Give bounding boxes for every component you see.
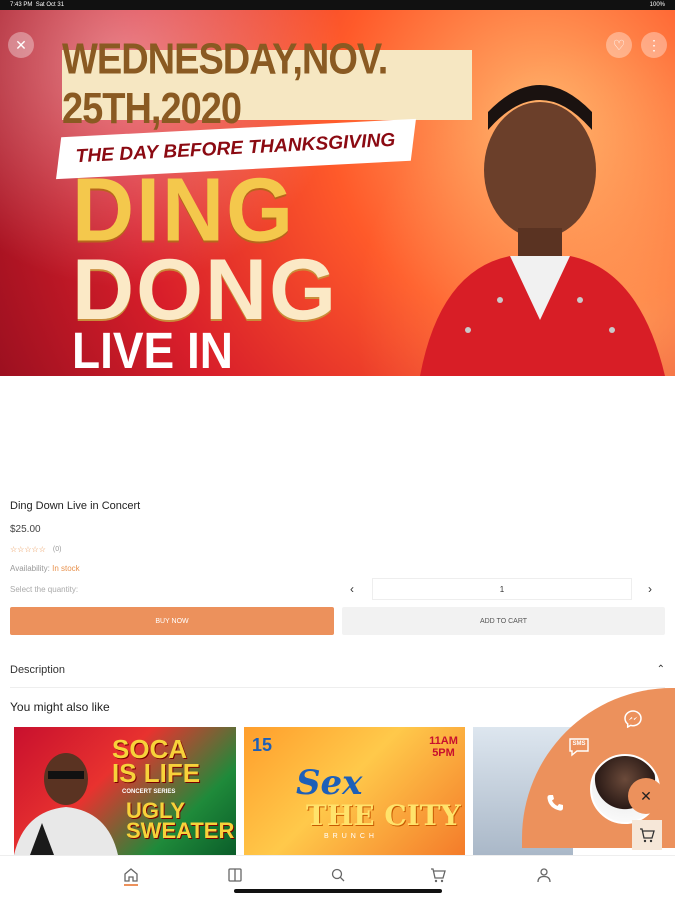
add-to-cart-button[interactable]: ADD TO CART: [342, 607, 665, 635]
availability: Availability: In stock: [10, 564, 80, 573]
contact-widget-close-button[interactable]: ✕: [628, 778, 664, 814]
description-label: Description: [10, 663, 66, 676]
card-artist-photo: [14, 753, 118, 855]
nav-search[interactable]: [326, 864, 350, 886]
product-rating[interactable]: ☆☆☆☆☆ (0): [10, 545, 61, 554]
sms-label: SMS: [572, 741, 586, 747]
nav-cart[interactable]: [426, 864, 450, 886]
event-headline-live: LIVE IN CONCERT: [72, 321, 234, 376]
nav-home[interactable]: [119, 864, 143, 886]
floating-cart-button[interactable]: [632, 820, 662, 850]
card-subtitle: BRUNCH: [324, 833, 378, 840]
card-title-secondary: THE CITY: [306, 799, 461, 832]
messenger-button[interactable]: [622, 708, 644, 730]
phone-button[interactable]: [544, 792, 566, 814]
app-screen: 7:43 PM Sat Oct 31 100% WEDNESDAY,NOV. 2…: [0, 0, 675, 900]
rating-stars: ☆☆☆☆☆: [10, 545, 46, 554]
more-icon: ⋮: [647, 36, 661, 53]
card-date: 15: [252, 735, 273, 755]
status-battery: 100%: [649, 2, 665, 8]
recommendation-card-soca[interactable]: SOCA IS LIFE CONCERT SERIES UGLY SWEATER: [14, 727, 236, 855]
more-button[interactable]: ⋮: [641, 32, 667, 58]
card-time: 11AM 5PM: [429, 735, 458, 759]
nav-catalog[interactable]: [223, 864, 247, 886]
home-icon: [124, 868, 138, 882]
status-time: 7:43 PM Sat Oct 31: [10, 2, 65, 8]
sms-icon: [569, 738, 589, 757]
home-indicator: [234, 889, 442, 893]
heart-icon: ♡: [612, 36, 626, 53]
recommendations-heading: You might also like: [10, 700, 110, 714]
event-headline-ding: DING: [72, 159, 295, 261]
cart-icon: [431, 868, 446, 883]
quantity-increase-button[interactable]: ›: [642, 580, 658, 598]
product-price: $25.00: [10, 524, 41, 535]
quantity-label: Select the quantity:: [10, 585, 79, 594]
close-icon: ✕: [15, 36, 27, 53]
chevron-left-icon: ‹: [350, 582, 354, 596]
rating-count: (0): [52, 546, 62, 553]
card-title: SOCA IS LIFE: [112, 734, 201, 788]
product-hero-image: WEDNESDAY,NOV. 25TH,2020 THE DAY BEFORE …: [0, 10, 675, 376]
contact-widget: SMS: [522, 688, 675, 848]
buy-now-button[interactable]: BUY NOW: [10, 607, 334, 635]
description-accordion[interactable]: Description ⌃: [10, 652, 665, 688]
nav-account[interactable]: [532, 864, 556, 886]
availability-label: Availability:: [10, 564, 50, 573]
quantity-decrease-button[interactable]: ‹: [344, 580, 360, 598]
recommendation-card-sex-and-the-city[interactable]: 15 11AM 5PM Sex THE CITY BRUNCH: [244, 727, 465, 855]
chevron-right-icon: ›: [648, 582, 652, 596]
catalog-icon: [228, 868, 242, 882]
sms-button[interactable]: SMS: [568, 736, 590, 758]
card-subtitle: CONCERT SERIES: [122, 789, 176, 795]
bottom-navigation: [0, 855, 675, 900]
quantity-input[interactable]: 1: [372, 578, 632, 600]
performer-photo: [420, 85, 665, 376]
account-icon: [537, 868, 551, 883]
cart-icon: [640, 828, 655, 843]
close-button[interactable]: ✕: [8, 32, 34, 58]
phone-icon: [547, 795, 563, 811]
nav-active-indicator: [124, 884, 138, 886]
search-icon: [331, 868, 345, 882]
status-bar: 7:43 PM Sat Oct 31 100%: [0, 0, 675, 10]
event-headline-dong: DONG: [72, 242, 338, 338]
messenger-icon: [624, 710, 642, 728]
chevron-up-icon: ⌃: [656, 664, 665, 675]
card-title: Sex: [296, 763, 363, 803]
product-info: Ding Down Live in Concert $25.00 ☆☆☆☆☆ (…: [10, 500, 665, 635]
favorite-button[interactable]: ♡: [606, 32, 632, 58]
product-title: Ding Down Live in Concert: [10, 500, 141, 512]
close-icon: ✕: [640, 787, 652, 804]
card-title-secondary: UGLY SWEATER: [126, 798, 235, 843]
availability-value: In stock: [52, 564, 80, 573]
